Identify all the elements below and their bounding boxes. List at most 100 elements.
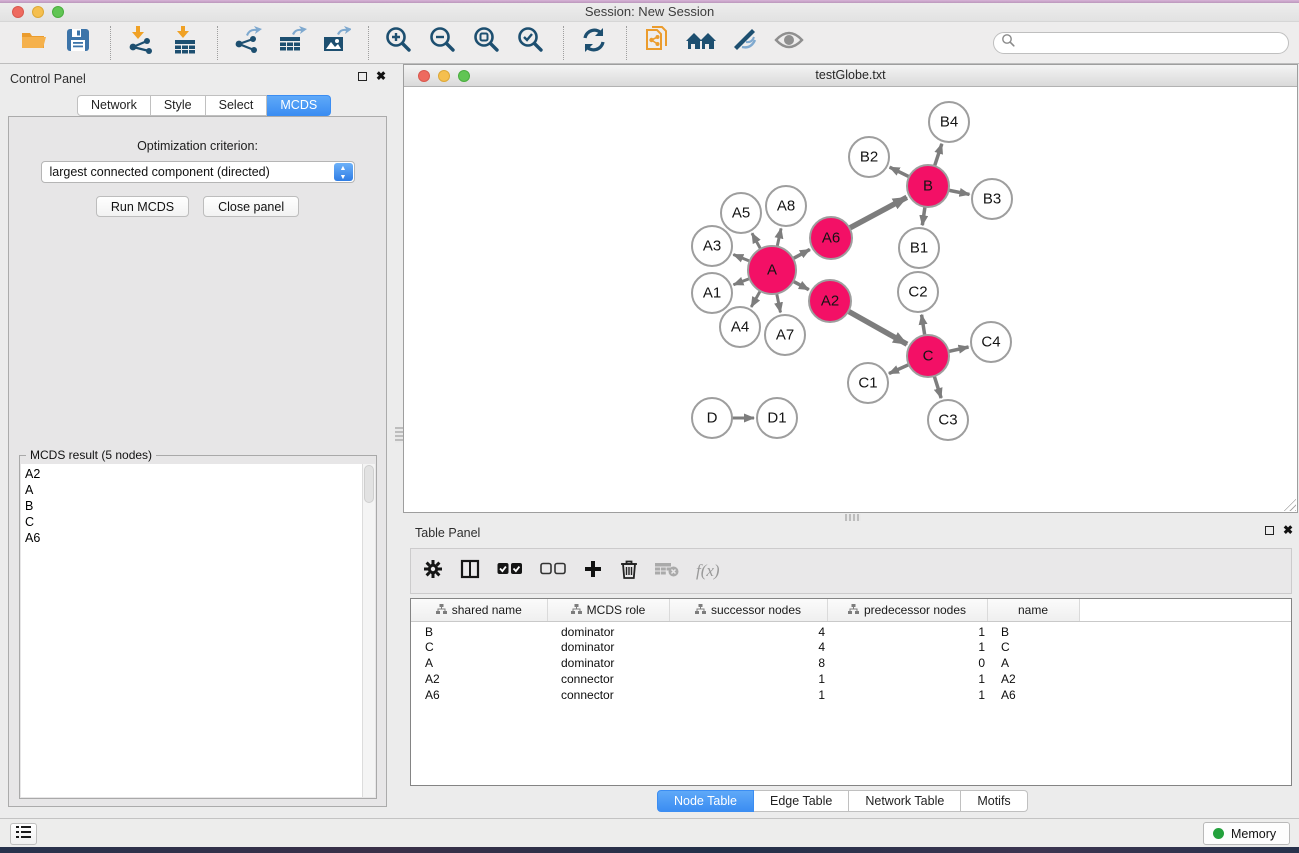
column-header-name[interactable]: name xyxy=(987,599,1079,621)
table-cell[interactable]: 1 xyxy=(827,687,987,703)
table-cell[interactable]: connector xyxy=(547,671,669,687)
graph-edge-A-A1[interactable] xyxy=(733,278,750,285)
table-cell[interactable]: B xyxy=(411,621,547,639)
mcds-result-scrollbar[interactable] xyxy=(362,464,375,797)
table-cell[interactable]: 1 xyxy=(827,671,987,687)
run-mcds-button[interactable]: Run MCDS xyxy=(96,196,189,217)
table-cell[interactable]: dominator xyxy=(547,621,669,639)
float-panel-icon[interactable] xyxy=(1265,526,1274,535)
mcds-result-item[interactable]: C xyxy=(25,514,362,530)
minimize-window-button[interactable] xyxy=(32,6,44,18)
column-header-predecessor-nodes[interactable]: predecessor nodes xyxy=(827,599,987,621)
mcds-result-item[interactable]: A6 xyxy=(25,530,362,546)
tab-network[interactable]: Network xyxy=(77,95,151,116)
column-header-successor-nodes[interactable]: successor nodes xyxy=(669,599,827,621)
close-panel-button[interactable]: Close panel xyxy=(203,196,299,217)
table-cell[interactable]: 4 xyxy=(669,621,827,639)
float-panel-icon[interactable] xyxy=(358,72,367,81)
table-cell[interactable]: 1 xyxy=(669,687,827,703)
graph-edge-A-A7[interactable] xyxy=(777,293,781,313)
tab-edge-table[interactable]: Edge Table xyxy=(754,790,849,812)
table-cell[interactable]: 0 xyxy=(827,655,987,671)
search-field[interactable] xyxy=(993,32,1289,54)
mcds-result-item[interactable]: A xyxy=(25,482,362,498)
save-session-button[interactable] xyxy=(60,26,96,60)
show-column-button[interactable] xyxy=(460,559,480,584)
graph-edge-A-A3[interactable] xyxy=(733,255,750,262)
search-input[interactable] xyxy=(1016,34,1288,52)
network-close-button[interactable] xyxy=(418,70,430,82)
graph-edge-A-A6[interactable] xyxy=(792,249,810,259)
graph-edge-C-C3[interactable] xyxy=(934,375,941,398)
graph-edge-B-B1[interactable] xyxy=(922,206,925,225)
graph-edge-C-C1[interactable] xyxy=(889,364,910,373)
tab-node-table[interactable]: Node Table xyxy=(657,790,754,812)
network-graph[interactable]: AA1A3A5A8A4A7A6A2BB2B4B3B1C2CC4C1C3DD1 xyxy=(404,87,1297,512)
node-table[interactable]: shared name MCDS role successor nodes pr… xyxy=(410,598,1292,786)
export-table-button[interactable] xyxy=(274,26,310,60)
zoom-selected-button[interactable] xyxy=(513,26,549,60)
network-minimize-button[interactable] xyxy=(438,70,450,82)
tab-network-table[interactable]: Network Table xyxy=(849,790,961,812)
graph-edge-A2-C[interactable] xyxy=(847,311,907,344)
import-network-button[interactable] xyxy=(123,26,159,60)
table-cell[interactable]: 4 xyxy=(669,639,827,655)
graph-edge-A-A4[interactable] xyxy=(751,290,760,307)
table-cell[interactable]: 1 xyxy=(827,639,987,655)
export-image-button[interactable] xyxy=(318,26,354,60)
graph-edge-C-C4[interactable] xyxy=(948,347,969,352)
zoom-fit-button[interactable] xyxy=(469,26,505,60)
table-cell[interactable]: 8 xyxy=(669,655,827,671)
graph-edge-A-A8[interactable] xyxy=(777,228,781,247)
refresh-button[interactable] xyxy=(576,26,612,60)
graph-edge-A-A5[interactable] xyxy=(752,233,761,250)
delete-column-button[interactable] xyxy=(620,559,638,584)
tab-motifs[interactable]: Motifs xyxy=(961,790,1027,812)
zoom-out-button[interactable] xyxy=(425,26,461,60)
close-panel-icon[interactable]: ✖ xyxy=(1283,526,1293,535)
graph-edge-A6-B[interactable] xyxy=(849,197,907,228)
table-row[interactable]: Bdominator41B xyxy=(411,621,1291,639)
table-cell[interactable]: connector xyxy=(547,687,669,703)
network-window-titlebar[interactable]: testGlobe.txt xyxy=(404,65,1297,87)
graph-edge-A-A2[interactable] xyxy=(792,281,809,290)
table-cell[interactable]: A6 xyxy=(987,687,1079,703)
import-table-button[interactable] xyxy=(167,26,203,60)
graph-edge-B-B3[interactable] xyxy=(948,190,970,194)
table-cell[interactable]: A2 xyxy=(987,671,1079,687)
table-cell[interactable]: C xyxy=(411,639,547,655)
close-panel-icon[interactable]: ✖ xyxy=(376,72,386,81)
open-session-button[interactable] xyxy=(16,26,52,60)
zoom-in-button[interactable] xyxy=(381,26,417,60)
zoom-window-button[interactable] xyxy=(52,6,64,18)
table-settings-button[interactable] xyxy=(423,559,443,584)
tab-style[interactable]: Style xyxy=(151,95,206,116)
table-cell[interactable]: 1 xyxy=(669,671,827,687)
table-cell[interactable]: B xyxy=(987,621,1079,639)
table-cell[interactable]: A xyxy=(411,655,547,671)
delete-table-button[interactable] xyxy=(655,561,679,582)
table-cell[interactable]: A2 xyxy=(411,671,547,687)
table-cell[interactable]: 1 xyxy=(827,621,987,639)
table-cell[interactable]: A xyxy=(987,655,1079,671)
table-row[interactable]: A6connector11A6 xyxy=(411,687,1291,703)
mcds-result-item[interactable]: A2 xyxy=(25,466,362,482)
function-builder-button[interactable]: f(x) xyxy=(696,561,720,581)
unselect-all-columns-button[interactable] xyxy=(540,562,566,581)
network-from-clipboard-button[interactable] xyxy=(639,26,675,60)
network-zoom-button[interactable] xyxy=(458,70,470,82)
create-column-button[interactable] xyxy=(583,559,603,584)
table-cell[interactable]: dominator xyxy=(547,639,669,655)
graph-edge-B-B2[interactable] xyxy=(890,167,910,177)
select-all-columns-button[interactable] xyxy=(497,562,523,581)
hide-graphics-details-button[interactable] xyxy=(727,26,763,60)
open-app-home-button[interactable] xyxy=(683,26,719,60)
mcds-result-item[interactable]: B xyxy=(25,498,362,514)
tab-mcds[interactable]: MCDS xyxy=(267,95,331,116)
memory-button[interactable]: Memory xyxy=(1203,822,1290,845)
vertical-split-grabber[interactable] xyxy=(395,427,403,443)
table-row[interactable]: Cdominator41C xyxy=(411,639,1291,655)
table-row[interactable]: Adominator80A xyxy=(411,655,1291,671)
close-window-button[interactable] xyxy=(12,6,24,18)
tab-select[interactable]: Select xyxy=(206,95,268,116)
